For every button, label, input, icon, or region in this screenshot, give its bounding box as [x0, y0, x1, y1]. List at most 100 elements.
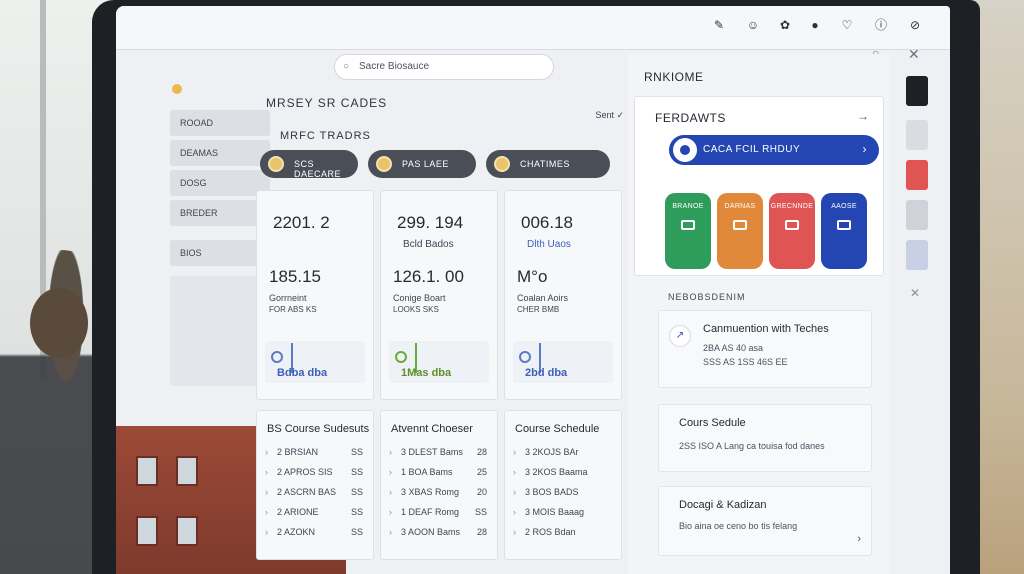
sidebar-item-label: ROOAD [180, 118, 214, 128]
sidebar-item[interactable]: DOSG [170, 170, 270, 196]
edit-icon[interactable]: ✎ [710, 16, 728, 34]
app-tile-label: BRANOE [672, 203, 704, 210]
close-icon[interactable]: ✕ [908, 46, 920, 63]
list-item[interactable]: › 3 XBAS Romg 20 [389, 487, 493, 505]
list-item-text: 2 ROS Bdan [525, 527, 576, 537]
info-icon[interactable]: ⓘ [872, 16, 890, 34]
sidebar-item[interactable]: BIOS [170, 240, 270, 266]
list-panel: Atvennt Choeser › 3 DLEST Bams 28 › 1 BOA B… [380, 410, 498, 560]
info-card[interactable]: ↗ Canmuention with Teches 2BA AS 40 asa … [658, 310, 872, 388]
list-item-text: 2 APROS SIS [277, 467, 333, 477]
sidebar-item[interactable]: DEAMAS [170, 140, 270, 166]
row-bullet: › [513, 467, 516, 477]
background-person-head [30, 288, 88, 358]
list-item-count: SS [350, 527, 363, 537]
list-panel: Course Schedule › 3 2KOJS BAr › 3 2KOS Baa… [504, 410, 622, 560]
screen: ✎ ☺ ✿ ● ♡ ⓘ ⊘ ○ Sacre Biosauce ROOAD DEA… [116, 6, 950, 574]
mini-chart: 2bd dba [513, 341, 613, 383]
stat-label-secondary: Coalan Aoirs [517, 293, 569, 303]
list-item[interactable]: › 2 AZOKN SS [265, 527, 369, 545]
sidebar-item[interactable]: BREDER [170, 200, 270, 226]
photo-window [136, 516, 158, 546]
list-item[interactable]: › 2 ROS Bdan [513, 527, 617, 545]
rail-button[interactable] [906, 240, 928, 270]
row-bullet: › [265, 507, 268, 517]
list-item-count: SS [350, 467, 363, 477]
app-tile[interactable]: BRANOE [665, 193, 711, 269]
stat-card[interactable]: 2201. 2 185.15 Gorrneint FOR ABS KS Bdba… [256, 190, 374, 400]
list-item-count: 25 [476, 467, 487, 477]
stat-value: 006.18 [521, 213, 573, 232]
row-bullet: › [389, 447, 392, 457]
list-item[interactable]: › 3 DLEST Bams 28 [389, 447, 493, 465]
list-item-count: 28 [476, 447, 487, 457]
stat-value: 299. 194 [397, 213, 464, 232]
sidebar-item-label: DOSG [180, 178, 207, 188]
stat-value-secondary: 126.1. 00 [393, 267, 464, 286]
folder-icon [733, 220, 747, 230]
rail-button[interactable] [906, 76, 928, 106]
stat-card[interactable]: 299. 194 Bcld Bados 126.1. 00 Conige Boa… [380, 190, 498, 400]
list-item[interactable]: › 3 BOS BADS [513, 487, 617, 505]
record-icon [673, 138, 697, 162]
info-card[interactable]: Cours Sedule 2SS ISO A Lang ca touisa fo… [658, 404, 872, 472]
mini-chart-label: Bdba dba [277, 367, 328, 379]
sidebar-item-label: BIOS [180, 248, 202, 258]
address-text: Sacre Biosauce [359, 61, 430, 72]
primary-action-button[interactable]: CACA FCIL RHDUY › [669, 135, 879, 165]
info-card[interactable]: Docagi & Kadizan Bio aina oe ceno bo tis… [658, 486, 872, 556]
list-item[interactable]: › 2 BRSIAN SS [265, 447, 369, 465]
app-tile[interactable]: AAOSE [821, 193, 867, 269]
app-tile[interactable]: DARNAS [717, 193, 763, 269]
sort-label: Sent [595, 110, 614, 120]
sort-control[interactable]: Sent ✓ [595, 110, 624, 121]
info-card-line: 2BA AS 40 asa [703, 343, 764, 353]
list-item-count: SS [474, 507, 487, 517]
rail-button[interactable] [906, 200, 928, 230]
arrow-right-icon[interactable]: → [857, 109, 869, 123]
list-item[interactable]: › 1 BOA Bams 25 [389, 467, 493, 485]
filter-pill[interactable]: CHATIMES [486, 150, 610, 178]
list-item[interactable]: › 2 ARIONE SS [265, 507, 369, 525]
panel-title: RNKIOME [644, 70, 704, 84]
chart-marker [519, 351, 531, 363]
filter-pill[interactable]: PAS LAEE [368, 150, 476, 178]
list-item[interactable]: › 3 2KOJS BAr [513, 447, 617, 465]
rail-button[interactable] [906, 120, 928, 150]
filter-pill[interactable]: SCS DAECARE [260, 150, 358, 179]
stat-caption: LOOKS SKS [393, 305, 439, 314]
coin-icon [376, 156, 392, 172]
filter-pill-label: CHATIMES [520, 159, 570, 169]
list-item[interactable]: › 2 ASCRN BAS SS [265, 487, 369, 505]
list-item[interactable]: › 3 2KOS Baama [513, 467, 617, 485]
list-item[interactable]: › 2 APROS SIS SS [265, 467, 369, 485]
row-bullet: › [389, 467, 392, 477]
list-item-text: 2 AZOKN [277, 527, 316, 537]
heart-icon[interactable]: ♡ [838, 16, 856, 34]
rail-button[interactable] [906, 160, 928, 190]
mini-chart-label: 2bd dba [525, 367, 568, 379]
list-item[interactable]: › 3 AOON Bams 28 [389, 527, 493, 545]
record-icon[interactable]: ● [806, 16, 824, 34]
close-icon[interactable]: ✕ [910, 286, 920, 300]
row-bullet: › [265, 487, 268, 497]
row-bullet: › [389, 487, 392, 497]
sidebar-placeholder [170, 276, 270, 386]
app-tile-label: AAOSE [831, 203, 857, 210]
address-bar[interactable]: ○ Sacre Biosauce [334, 54, 554, 80]
folder-icon [837, 220, 851, 230]
compass-icon[interactable]: ⊘ [906, 16, 924, 34]
stat-card[interactable]: 006.18 Dlth Uaos M°o Coalan Aoirs CHER B… [504, 190, 622, 400]
palette-icon[interactable]: ✿ [776, 16, 794, 34]
list-item[interactable]: › 1 DEAF Romg SS [389, 507, 493, 525]
list-item-text: 2 ASCRN BAS [277, 487, 337, 497]
smiley-icon[interactable]: ☺ [744, 16, 762, 34]
stat-caption: CHER BMB [517, 305, 560, 314]
app-tile[interactable]: GRECNNDE [769, 193, 815, 269]
search-icon: ○ [343, 61, 350, 72]
row-bullet: › [513, 447, 516, 457]
sidebar-item[interactable]: ROOAD [170, 110, 270, 136]
chevron-right-icon: › [862, 142, 867, 156]
list-item[interactable]: › 3 MOIS Baaag [513, 507, 617, 525]
list-item-text: 1 BOA Bams [401, 467, 453, 477]
